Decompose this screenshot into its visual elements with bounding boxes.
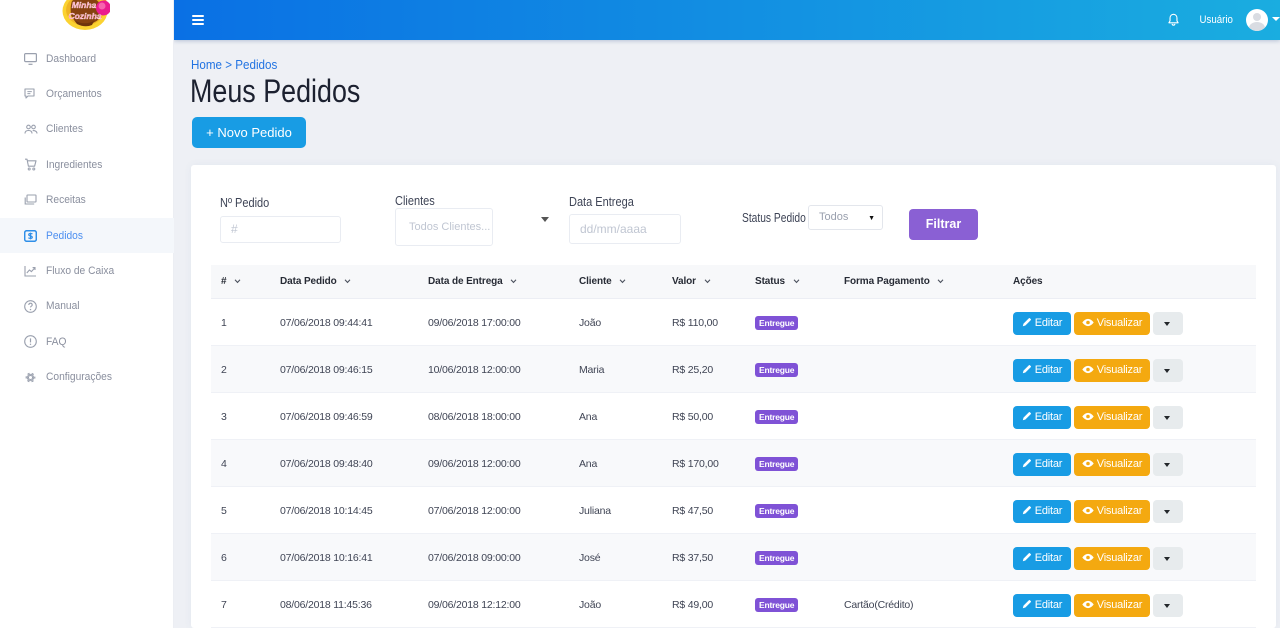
svg-text:Cozinha: Cozinha	[68, 11, 101, 21]
svg-text:Minha: Minha	[72, 0, 97, 10]
